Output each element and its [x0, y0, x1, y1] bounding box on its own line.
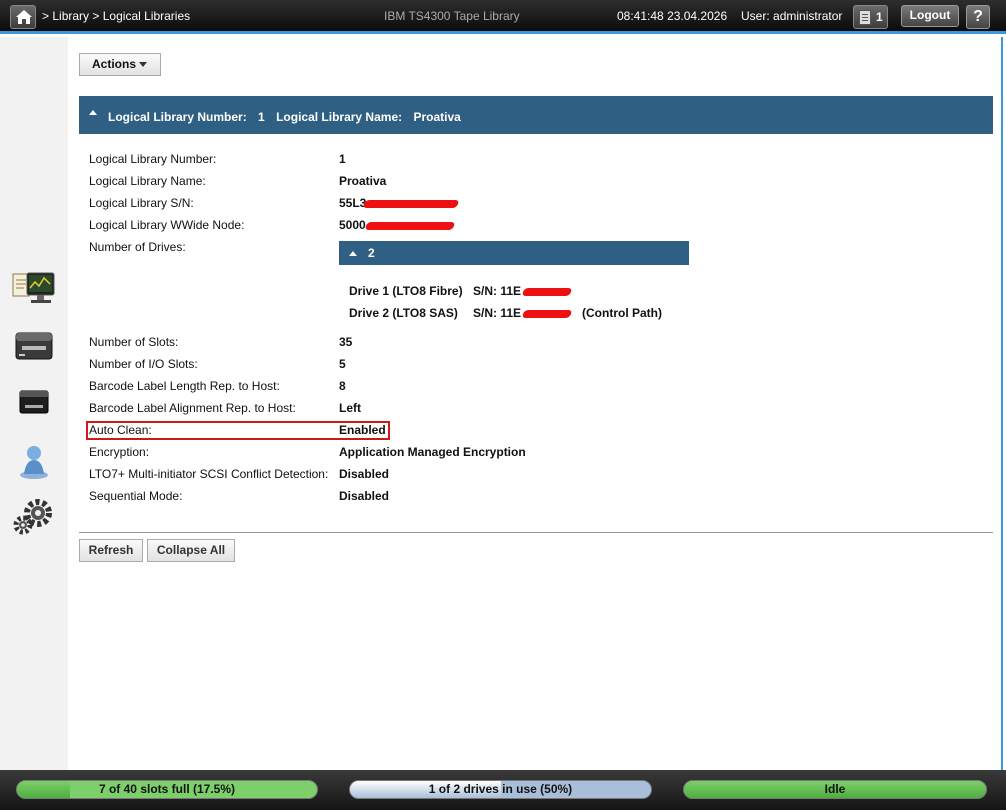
library-state-text: Idle	[824, 782, 846, 796]
detail-value: Disabled	[339, 467, 390, 481]
detail-label: Logical Library Name:	[89, 174, 206, 188]
control-path-note: (Control Path)	[582, 306, 662, 320]
collapse-arrow-icon	[89, 110, 97, 115]
home-button[interactable]	[10, 5, 36, 29]
slots-status-bar[interactable]: 7 of 40 slots full (17.5%)	[16, 780, 318, 799]
refresh-button[interactable]: Refresh	[79, 539, 143, 562]
detail-label: Logical Library WWide Node:	[89, 218, 245, 232]
events-count: 1	[876, 10, 883, 24]
detail-value: Left	[339, 401, 361, 415]
drive-serial: S/N: 11E	[473, 306, 522, 320]
detail-label: Barcode Label Length Rep. to Host:	[89, 379, 280, 393]
user-info: User: administrator	[741, 9, 842, 23]
auto-clean-highlight-box	[86, 421, 390, 440]
collapse-arrow-icon	[349, 251, 357, 256]
clock: 08:41:48 23.04.2026	[617, 9, 727, 23]
library-header-text: Logical Library Number: 1 Logical Librar…	[108, 110, 469, 124]
detail-value: Application Managed Encryption	[339, 445, 526, 459]
top-bar: > Library > Logical Libraries IBM TS4300…	[0, 0, 1006, 34]
home-icon	[16, 10, 32, 24]
drive-serial: S/N: 11E	[473, 284, 522, 298]
detail-label: Barcode Label Alignment Rep. to Host:	[89, 401, 296, 415]
time: 08:41:48	[617, 9, 664, 23]
slots-status-text: 7 of 40 slots full (17.5%)	[98, 782, 236, 796]
nav-library[interactable]	[10, 327, 56, 367]
detail-label: Number of I/O Slots:	[89, 357, 198, 371]
detail-value: 5	[339, 357, 346, 371]
help-button[interactable]: ?	[966, 5, 990, 29]
detail-value: 1	[339, 152, 346, 166]
drive-row: Drive 1 (LTO8 Fibre) S/N: 11E	[349, 284, 521, 300]
drive-icon	[19, 390, 49, 414]
drives-status-bar[interactable]: 1 of 2 drives in use (50%)	[349, 780, 652, 799]
detail-label: Logical Library S/N:	[89, 196, 194, 210]
detail-value: 35	[339, 335, 353, 349]
user-label: User:	[741, 9, 770, 23]
drive-name: Drive 2 (LTO8 SAS)	[349, 306, 458, 320]
drive-row: Drive 2 (LTO8 SAS) S/N: 11E (Control Pat…	[349, 306, 662, 322]
user-icon	[20, 446, 48, 479]
drive-name: Drive 1 (LTO8 Fibre)	[349, 284, 463, 298]
app-title: IBM TS4300 Tape Library	[384, 9, 520, 23]
detail-label: Number of Slots:	[89, 335, 179, 349]
events-button[interactable]: 1	[853, 5, 888, 29]
drives-section-header[interactable]: 2	[339, 241, 689, 265]
redaction-mark	[362, 200, 460, 208]
monitor-icon	[12, 272, 55, 303]
detail-label: Encryption:	[89, 445, 150, 459]
content-border	[1001, 37, 1003, 770]
library-icon	[15, 332, 53, 360]
header-name-value: Proativa	[413, 110, 461, 124]
breadcrumb-separator: >	[92, 9, 100, 23]
nav-settings[interactable]	[10, 497, 56, 537]
library-section-header[interactable]: Logical Library Number: 1 Logical Librar…	[79, 96, 993, 134]
nav-access[interactable]	[10, 440, 56, 480]
logout-button[interactable]: Logout	[901, 5, 959, 27]
drives-status-text: 1 of 2 drives in use (50%)	[428, 782, 573, 796]
section-divider	[79, 532, 993, 533]
detail-value: 5000	[339, 218, 366, 232]
detail-value: Proativa	[339, 174, 387, 188]
redaction-mark	[364, 222, 456, 230]
nav-monitor[interactable]	[10, 270, 56, 310]
user-name: administrator	[773, 9, 843, 23]
actions-label: Actions	[92, 57, 137, 71]
actions-menu-button[interactable]: Actions	[79, 53, 161, 76]
redaction-mark	[521, 288, 573, 296]
detail-value: Disabled	[339, 489, 390, 503]
detail-label: Sequential Mode:	[89, 489, 183, 503]
nav-drives[interactable]	[10, 383, 56, 423]
header-number-label: Logical Library Number:	[108, 110, 247, 124]
header-number-value: 1	[258, 110, 265, 124]
breadcrumb-library[interactable]: Library	[52, 9, 89, 23]
redaction-mark	[521, 310, 573, 318]
detail-value: 55L3	[339, 196, 367, 210]
collapse-all-button[interactable]: Collapse All	[147, 539, 235, 562]
library-state-bar[interactable]: Idle	[683, 780, 987, 799]
detail-label: Logical Library Number:	[89, 152, 217, 166]
chevron-down-icon	[139, 62, 148, 67]
breadcrumb: > Library > Logical Libraries	[42, 9, 190, 23]
left-navigation	[0, 37, 68, 770]
drives-count: 2	[368, 246, 375, 260]
date: 23.04.2026	[667, 9, 728, 23]
breadcrumb-current: Logical Libraries	[102, 9, 191, 23]
event-log-icon	[859, 10, 871, 25]
detail-label: LTO7+ Multi-initiator SCSI Conflict Dete…	[89, 467, 329, 481]
status-bar: 7 of 40 slots full (17.5%) 1 of 2 drives…	[0, 770, 1006, 810]
detail-label: Number of Drives:	[89, 240, 186, 254]
settings-gears-icon	[13, 499, 52, 535]
breadcrumb-separator: >	[42, 9, 50, 23]
header-name-label: Logical Library Name:	[276, 110, 403, 124]
detail-value: 8	[339, 379, 346, 393]
